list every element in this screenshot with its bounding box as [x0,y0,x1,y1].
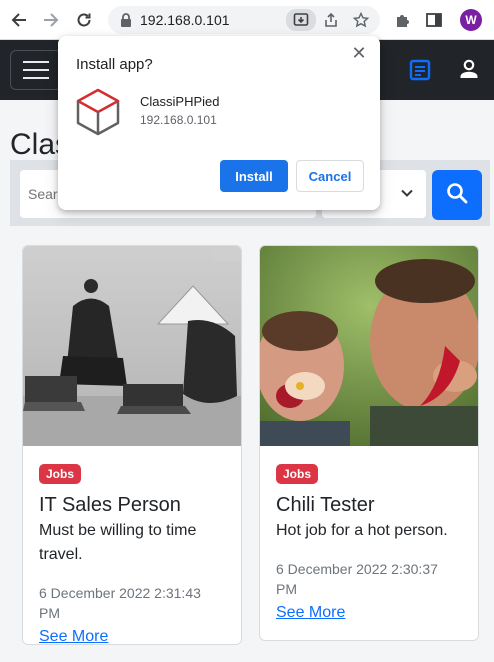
app-url: 192.168.0.101 [140,113,217,127]
listing-title: Chili Tester [276,494,375,516]
lock-icon [120,13,132,32]
category-badge: Jobs [276,464,319,484]
side-panel-icon[interactable] [423,9,445,31]
user-account-icon[interactable] [458,58,480,85]
address-bar-url: 192.168.0.101 [140,12,230,28]
bookmark-star-icon[interactable] [350,10,372,30]
see-more-link[interactable]: See More [276,603,462,623]
hamburger-icon-line [23,77,49,79]
listing-description: Must be willing to time travel. [39,522,197,563]
listing-image-samurai [23,246,241,446]
listing-card: Jobs IT Sales Person Must be willing to … [22,245,242,645]
profile-avatar[interactable]: W [460,9,482,31]
hamburger-icon-line [23,61,49,63]
menu-toggle-button[interactable] [10,50,62,90]
listing-title: IT Sales Person [39,494,181,516]
hamburger-icon-line [23,69,49,71]
cancel-button[interactable]: Cancel [296,160,364,192]
search-icon [446,182,468,209]
listing-date: 6 December 2022 2:31:43 PM [39,585,201,621]
app-cube-icon [76,88,120,141]
install-app-icon[interactable] [286,9,316,31]
chevron-down-icon [400,186,414,205]
listings-icon[interactable] [408,58,432,87]
extensions-puzzle-icon[interactable] [392,9,414,31]
browser-toolbar: 192.168.0.101 W [0,0,494,40]
listing-description: Hot job for a hot person. [276,522,448,539]
reload-icon[interactable] [73,9,95,31]
close-icon[interactable]: ✕ [350,44,368,62]
category-badge: Jobs [39,464,82,484]
back-arrow-icon[interactable] [8,9,30,31]
dialog-title: Install app? [76,56,153,73]
install-app-dialog: Install app? ✕ ClassiPHPied 192.168.0.10… [58,36,380,210]
install-button[interactable]: Install [220,160,288,192]
listing-date: 6 December 2022 2:30:37 PM [276,561,438,597]
share-icon[interactable] [320,10,342,30]
listing-image-chili [260,246,478,446]
forward-arrow-icon[interactable] [40,9,62,31]
search-button[interactable] [432,170,482,220]
app-name: ClassiPHPied [140,94,220,109]
address-bar[interactable]: 192.168.0.101 [108,6,380,34]
listing-card: Jobs Chili Tester Hot job for a hot pers… [259,245,479,641]
see-more-link[interactable]: See More [39,627,225,644]
